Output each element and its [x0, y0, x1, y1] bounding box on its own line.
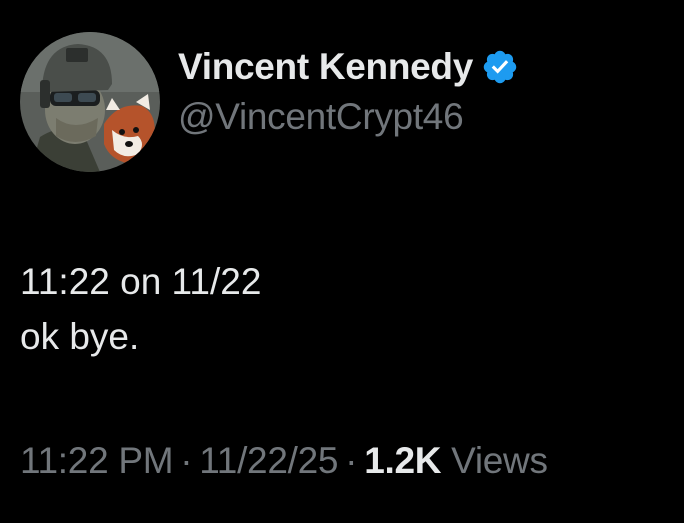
avatar[interactable] [20, 32, 160, 172]
author-handle[interactable]: @VincentCrypt46 [178, 96, 519, 138]
meta-separator: · [180, 440, 193, 481]
tweet-meta: 11:22 PM · 11/22/25 · 1.2K Views [20, 440, 548, 482]
tweet-time[interactable]: 11:22 PM [20, 440, 174, 481]
tweet-text-line: 11:22 on 11/22 [20, 261, 262, 302]
verified-badge-icon [481, 48, 519, 86]
views-link[interactable]: 1.2K Views [364, 440, 548, 481]
author-block: Vincent Kennedy @VincentCrypt46 [178, 46, 519, 138]
views-count: 1.2K [364, 440, 442, 481]
meta-separator: · [345, 440, 358, 481]
tweet[interactable]: Vincent Kennedy @VincentCrypt46 11:22 on… [0, 0, 684, 523]
avatar-image-icon [20, 32, 160, 172]
tweet-date[interactable]: 11/22/25 [199, 440, 338, 481]
tweet-text: 11:22 on 11/22 ok bye. [20, 254, 261, 364]
tweet-text-line: ok bye. [20, 316, 140, 357]
views-label: Views [451, 440, 548, 481]
display-name[interactable]: Vincent Kennedy [178, 46, 473, 88]
author-name-row[interactable]: Vincent Kennedy [178, 46, 519, 88]
